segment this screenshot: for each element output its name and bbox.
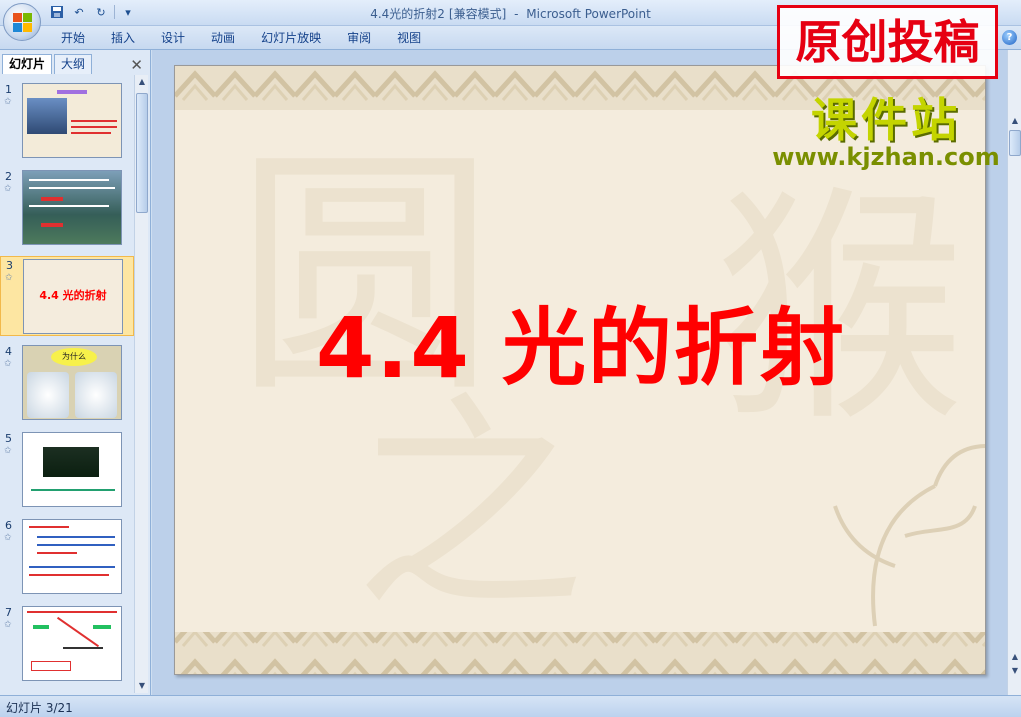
slide-list-scrollbar[interactable]: ▲ ▼	[134, 75, 148, 693]
thumbnail-image	[22, 432, 122, 507]
tab-insert[interactable]: 插入	[98, 26, 148, 50]
thumbnail-image	[22, 83, 122, 158]
thumbnail-image	[22, 170, 122, 245]
watermark-site-url: www.kjzhan.com	[772, 143, 1000, 171]
slide-number: 1	[5, 83, 12, 96]
slide-counter: 幻灯片 3/21	[6, 701, 73, 715]
slides-panel: 幻灯片 大纲 ✕ 1 ✩ 2 ✩ 3 ✩ 4.4 光的折射 4 ✩ 为什么 5 …	[0, 50, 151, 695]
previous-slide-icon[interactable]: ▲	[1008, 650, 1021, 664]
tab-slides[interactable]: 幻灯片	[2, 54, 53, 74]
tab-view[interactable]: 视图	[384, 26, 434, 50]
animation-star-icon: ✩	[4, 97, 12, 107]
help-icon[interactable]: ?	[1002, 30, 1017, 45]
thumbnail-image	[22, 519, 122, 594]
office-logo-icon	[13, 13, 33, 33]
title-file: 4.4光的折射2	[370, 7, 445, 21]
status-bar: 幻灯片 3/21	[0, 695, 1021, 717]
svg-text:之: 之	[355, 374, 585, 641]
scroll-up-icon[interactable]: ▲	[1008, 114, 1021, 128]
tab-slideshow[interactable]: 幻灯片放映	[248, 26, 334, 50]
thumbnail-title: 4.4 光的折射	[39, 289, 107, 302]
tab-home[interactable]: 开始	[48, 26, 98, 50]
scroll-up-icon[interactable]: ▲	[135, 75, 149, 89]
slide-thumbnail-2[interactable]: 2 ✩	[0, 168, 134, 248]
slide-number: 3	[6, 259, 13, 272]
tab-animations[interactable]: 动画	[198, 26, 248, 50]
thumbnail-image	[22, 606, 122, 681]
slide-thumbnail-1[interactable]: 1 ✩	[0, 81, 134, 161]
slide-number: 5	[5, 432, 12, 445]
slide-thumbnail-list: 1 ✩ 2 ✩ 3 ✩ 4.4 光的折射 4 ✩ 为什么 5 ✩ 6 ✩ 7 ✩	[0, 75, 134, 695]
scroll-down-icon[interactable]: ▼	[135, 679, 149, 693]
thumbnail-bubble: 为什么	[51, 348, 97, 366]
slide-thumbnail-3[interactable]: 3 ✩ 4.4 光的折射	[0, 256, 134, 336]
animation-star-icon: ✩	[4, 184, 12, 194]
slide-number: 2	[5, 170, 12, 183]
animation-star-icon: ✩	[4, 359, 12, 369]
site-watermark: 课件站 www.kjzhan.com	[772, 96, 1000, 170]
watermark-site-name: 课件站	[811, 93, 961, 147]
original-submission-watermark: 原创投稿	[777, 5, 998, 79]
title-mode: [兼容模式]	[448, 7, 507, 21]
office-button[interactable]	[3, 3, 41, 41]
panel-tabs: 幻灯片 大纲 ✕	[0, 52, 151, 74]
next-slide-icon[interactable]: ▼	[1008, 664, 1021, 678]
slide-thumbnail-5[interactable]: 5 ✩	[0, 430, 134, 510]
slide-number: 7	[5, 606, 12, 619]
slide-area-scrollbar[interactable]: ▲ ▲ ▼	[1007, 50, 1021, 695]
scroll-thumb[interactable]	[1009, 130, 1021, 156]
animation-star-icon: ✩	[4, 533, 12, 543]
thumbnail-image: 4.4 光的折射	[23, 259, 123, 334]
thumbnail-image: 为什么	[22, 345, 122, 420]
slide-thumbnail-7[interactable]: 7 ✩	[0, 604, 134, 684]
slide-number: 4	[5, 345, 12, 358]
title-sep: -	[514, 7, 519, 21]
animation-star-icon: ✩	[4, 446, 12, 456]
animation-star-icon: ✩	[5, 273, 13, 283]
watermark-box-text: 原创投稿	[795, 15, 980, 69]
tab-design[interactable]: 设计	[148, 26, 198, 50]
animation-star-icon: ✩	[4, 620, 12, 630]
slide-title[interactable]: 4.4 光的折射	[175, 281, 985, 402]
close-icon[interactable]: ✕	[130, 56, 143, 74]
title-app: Microsoft PowerPoint	[526, 7, 651, 21]
slide-thumbnail-6[interactable]: 6 ✩	[0, 517, 134, 597]
tab-outline[interactable]: 大纲	[54, 54, 93, 74]
tab-review[interactable]: 审阅	[334, 26, 384, 50]
slide-thumbnail-4[interactable]: 4 ✩ 为什么	[0, 343, 134, 423]
slide-number: 6	[5, 519, 12, 532]
scroll-thumb[interactable]	[136, 93, 148, 213]
